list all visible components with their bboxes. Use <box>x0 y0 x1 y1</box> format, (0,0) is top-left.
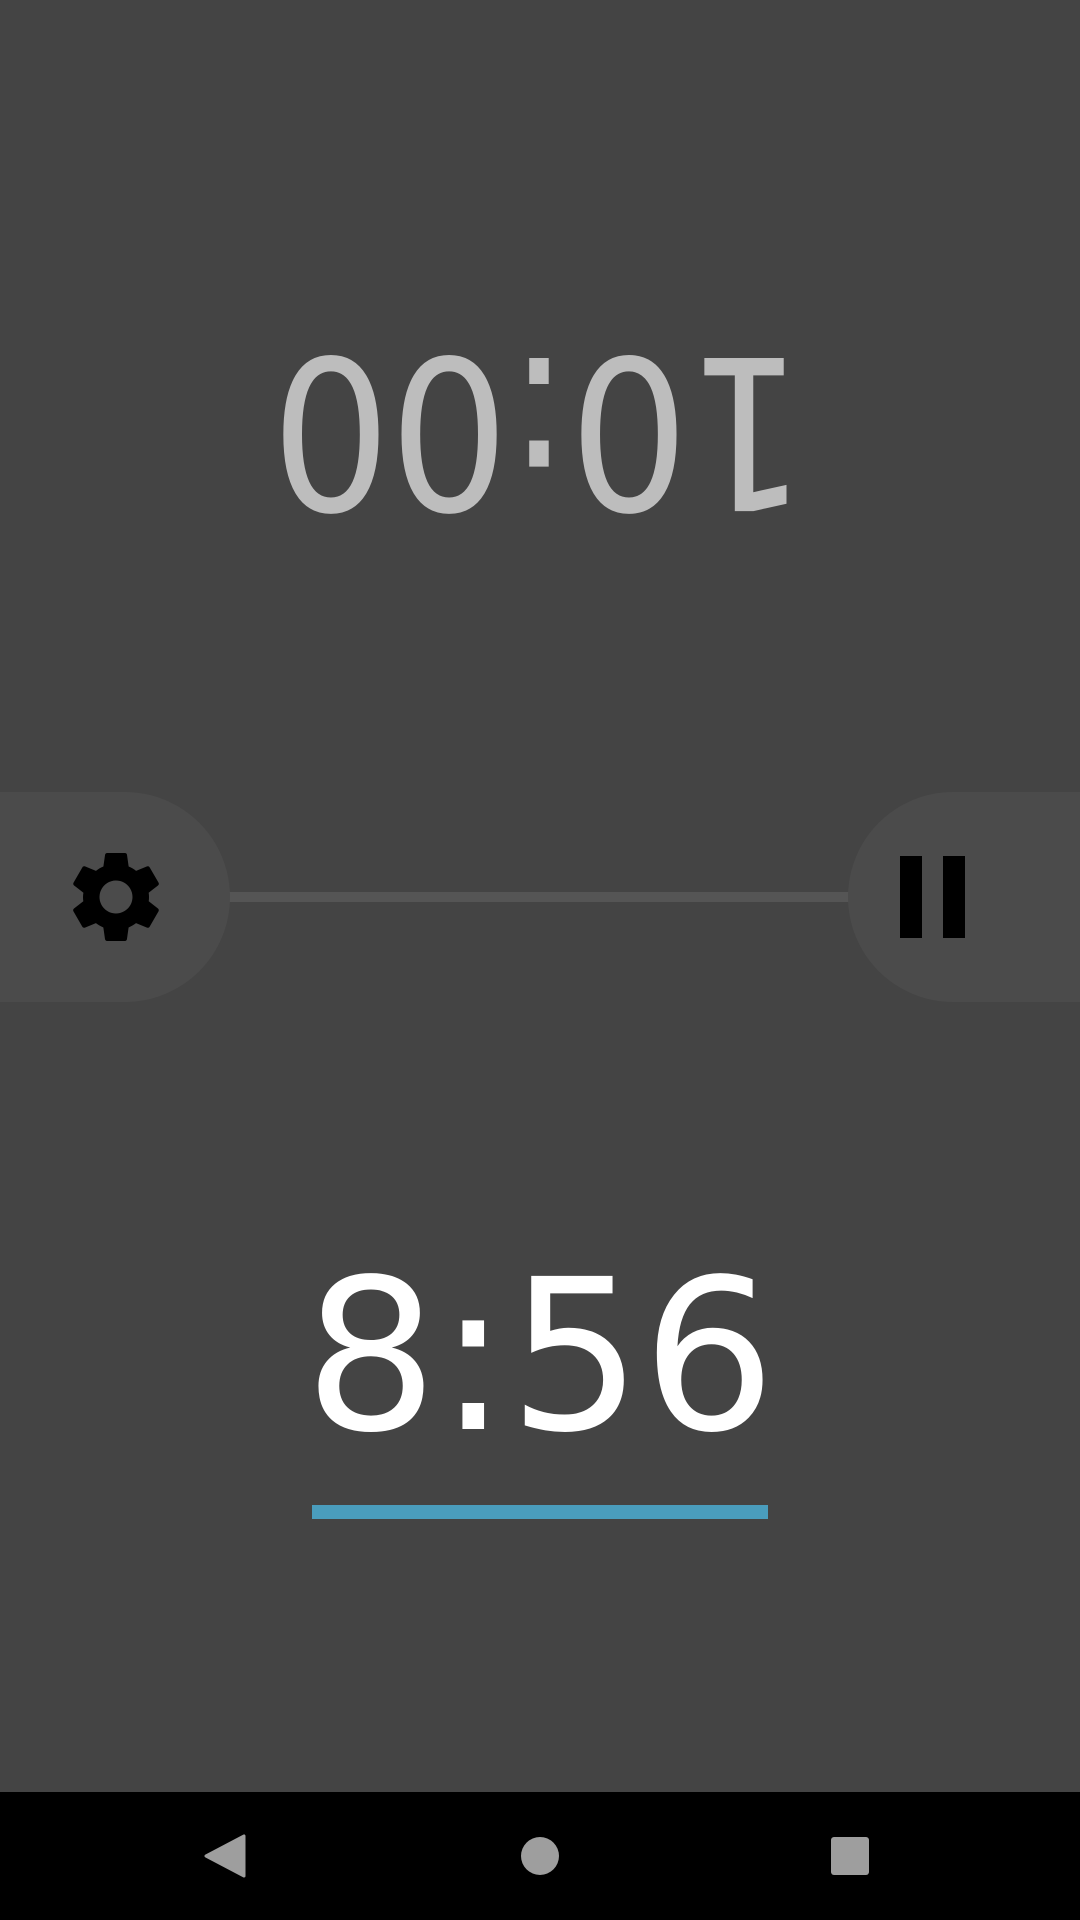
nav-home-button[interactable] <box>500 1816 580 1896</box>
opponent-time-display: 10:00 <box>272 308 808 553</box>
player-clock-area[interactable]: 8:56 <box>0 1002 1080 1792</box>
nav-back-button[interactable] <box>185 1816 265 1896</box>
pause-button[interactable] <box>848 792 1080 1002</box>
back-triangle-icon <box>204 1834 246 1878</box>
player-time-display: 8:56 <box>304 1234 776 1479</box>
pause-icon <box>900 856 965 938</box>
system-nav-bar <box>0 1792 1080 1920</box>
settings-button[interactable] <box>0 792 230 1002</box>
recents-square-icon <box>831 1837 869 1875</box>
gear-icon <box>73 853 159 941</box>
home-circle-icon <box>521 1837 559 1875</box>
chess-clock-screen: 10:00 8:56 <box>0 0 1080 1920</box>
time-progress-bar <box>312 1505 768 1519</box>
nav-recents-button[interactable] <box>810 1816 890 1896</box>
opponent-clock-area[interactable]: 10:00 <box>0 0 1080 792</box>
